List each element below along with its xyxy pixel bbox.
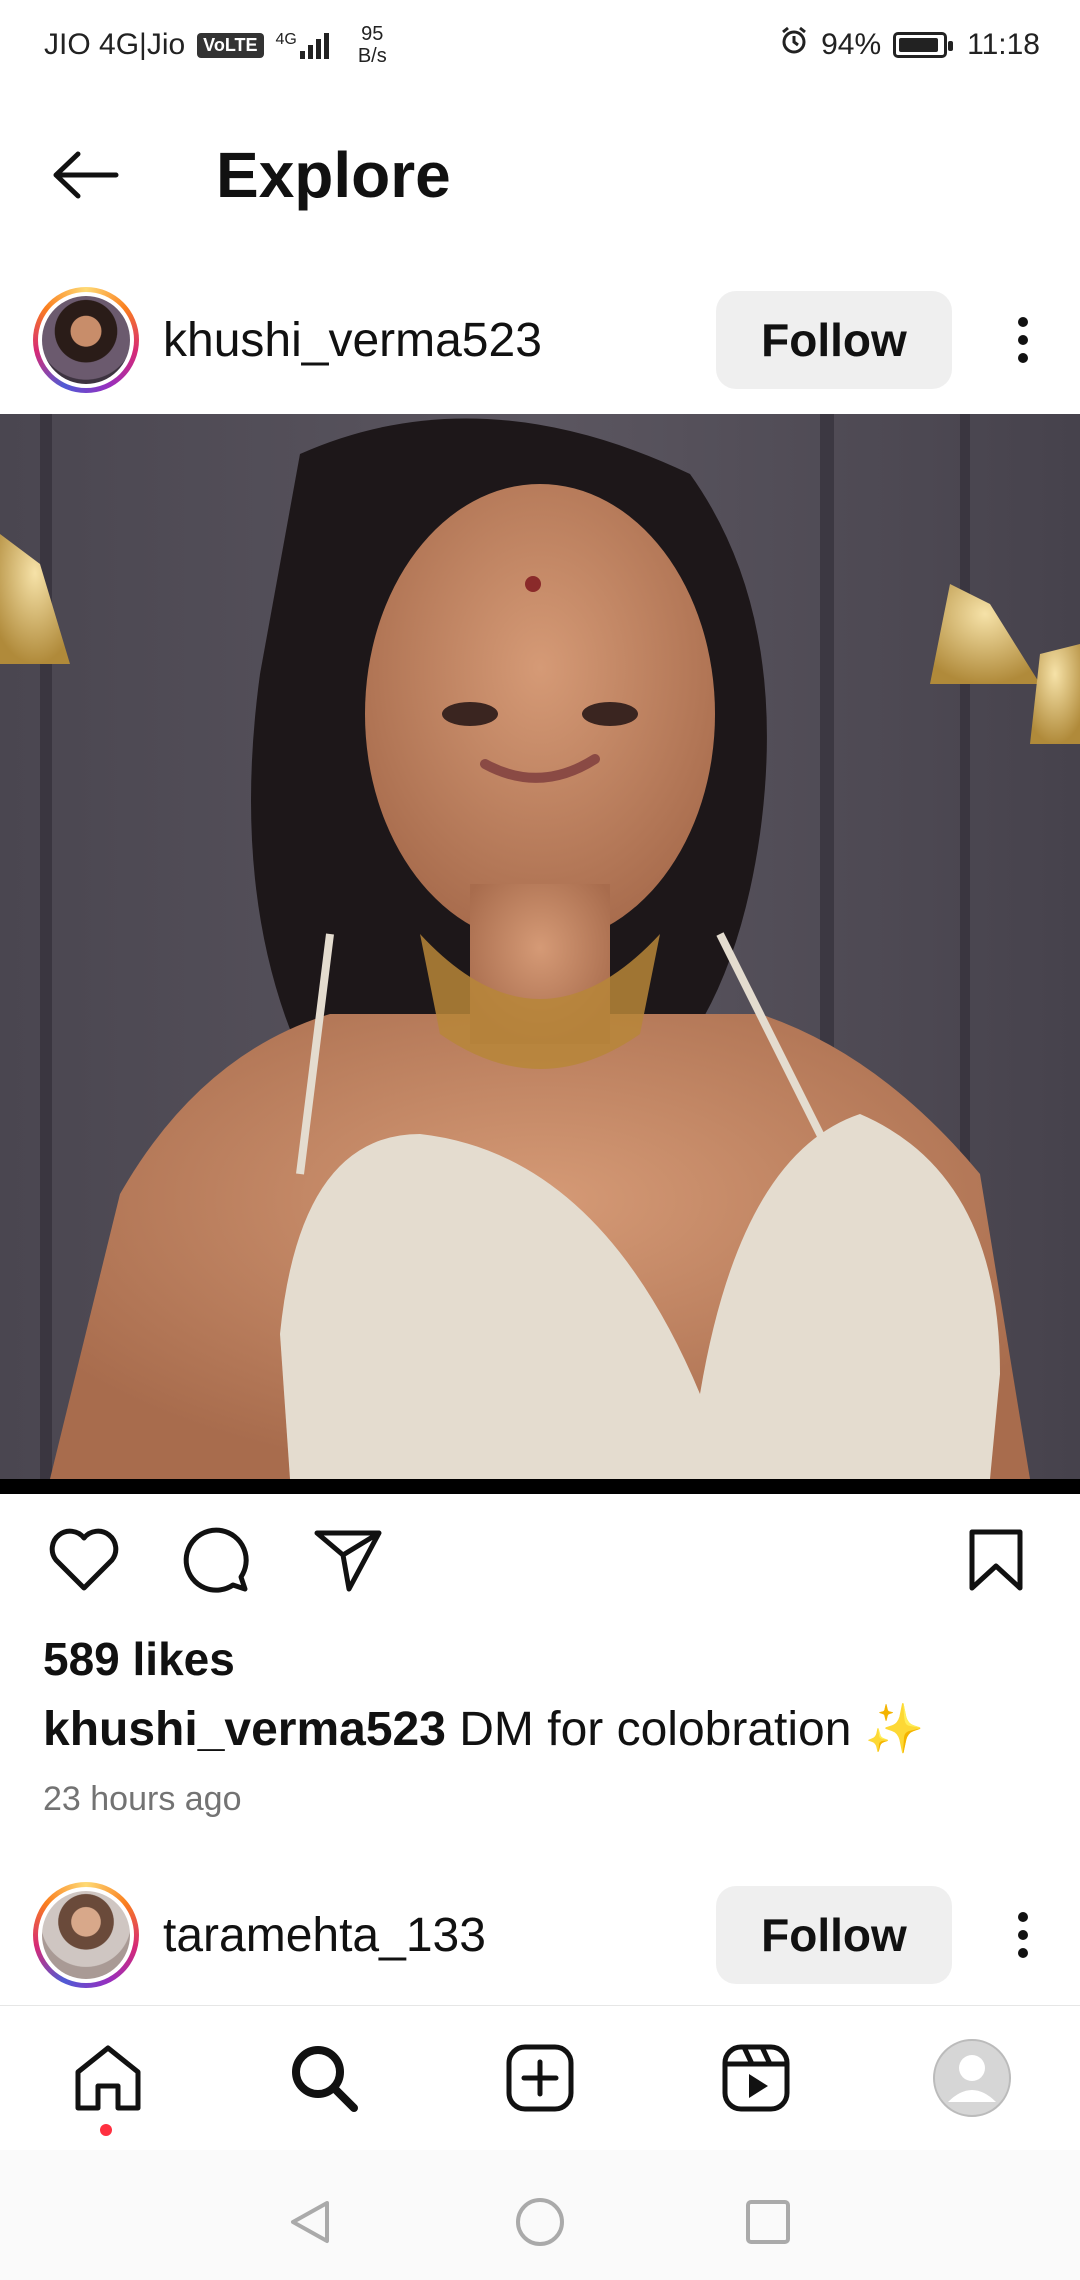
caption-text: DM for colobration ✨ <box>459 1703 925 1756</box>
caption-username[interactable]: khushi_verma523 <box>43 1703 446 1756</box>
follow-button[interactable]: Follow <box>716 1886 952 1984</box>
search-icon <box>292 2046 358 2112</box>
notification-dot <box>100 2124 112 2136</box>
nav-create[interactable] <box>490 2028 590 2128</box>
status-right: 94% 11:18 <box>779 26 1040 64</box>
post-actions <box>0 1520 1080 1600</box>
net-speed: 95 B/s <box>358 23 387 67</box>
post-header: taramehta_133 Follow <box>0 1875 1080 1995</box>
system-home-button[interactable] <box>500 2182 580 2262</box>
status-left: JIO 4G|Jio VoLTE 4G 95 B/s <box>44 23 387 67</box>
create-icon <box>506 2044 574 2112</box>
explore-header: Explore <box>0 110 1080 240</box>
more-vertical-icon <box>1018 1912 1028 1958</box>
avatar-frame <box>38 292 134 388</box>
avatar <box>42 1891 130 1979</box>
arrow-left-icon <box>53 151 119 199</box>
more-options-button[interactable] <box>988 291 1058 389</box>
send-icon <box>314 1530 382 1592</box>
recents-square-icon <box>746 2200 790 2244</box>
story-ring[interactable] <box>33 287 139 393</box>
like-button[interactable] <box>44 1520 124 1600</box>
comment-button[interactable] <box>176 1520 256 1600</box>
bottom-navigation <box>0 2005 1080 2151</box>
comment-icon <box>183 1527 249 1593</box>
clock: 11:18 <box>967 28 1040 61</box>
post-username[interactable]: khushi_verma523 <box>163 313 716 368</box>
carrier-label: JIO 4G|Jio <box>44 28 186 61</box>
likes-count[interactable]: 589 likes <box>43 1632 235 1686</box>
nav-reels[interactable] <box>706 2028 806 2128</box>
status-bar: JIO 4G|Jio VoLTE 4G 95 B/s 94% 11:18 <box>0 0 1080 90</box>
avatar <box>42 296 130 384</box>
page-title: Explore <box>216 139 451 211</box>
home-circle-icon <box>516 2198 564 2246</box>
home-icon <box>75 2045 141 2111</box>
system-recents-button[interactable] <box>728 2182 808 2262</box>
bookmark-icon <box>969 1529 1023 1591</box>
more-options-button[interactable] <box>988 1886 1058 1984</box>
heart-icon <box>49 1528 119 1591</box>
nav-search[interactable] <box>274 2028 374 2128</box>
more-vertical-icon <box>1018 317 1028 363</box>
volte-badge: VoLTE <box>197 32 264 58</box>
reels-icon <box>722 2044 790 2112</box>
signal-icon: 4G <box>276 31 334 59</box>
post-username[interactable]: taramehta_133 <box>163 1908 716 1963</box>
system-navigation <box>0 2150 1080 2280</box>
battery-level <box>899 38 939 52</box>
story-ring[interactable] <box>33 1882 139 1988</box>
profile-icon <box>933 2039 1011 2117</box>
follow-button[interactable]: Follow <box>716 291 952 389</box>
system-back-button[interactable] <box>270 2182 350 2262</box>
back-triangle-icon <box>291 2201 329 2243</box>
portrait-photo <box>0 414 1080 1494</box>
net-speed-value: 95 <box>361 23 384 45</box>
avatar-frame <box>38 1887 134 1983</box>
net-speed-unit: B/s <box>357 45 387 67</box>
alarm-icon <box>779 26 809 64</box>
share-button[interactable] <box>308 1520 388 1600</box>
back-button[interactable] <box>40 130 130 220</box>
battery-icon <box>893 32 954 58</box>
post-caption: khushi_verma523 DM for colobration ✨ <box>43 1700 925 1757</box>
save-button[interactable] <box>956 1520 1036 1600</box>
nav-home[interactable] <box>58 2028 158 2128</box>
post-timestamp: 23 hours ago <box>43 1780 242 1818</box>
network-type-label: 4G <box>275 31 297 48</box>
post-header: khushi_verma523 Follow <box>0 280 1080 400</box>
post-image[interactable] <box>0 414 1080 1494</box>
battery-percent: 94% <box>821 28 882 61</box>
nav-profile[interactable] <box>922 2028 1022 2128</box>
